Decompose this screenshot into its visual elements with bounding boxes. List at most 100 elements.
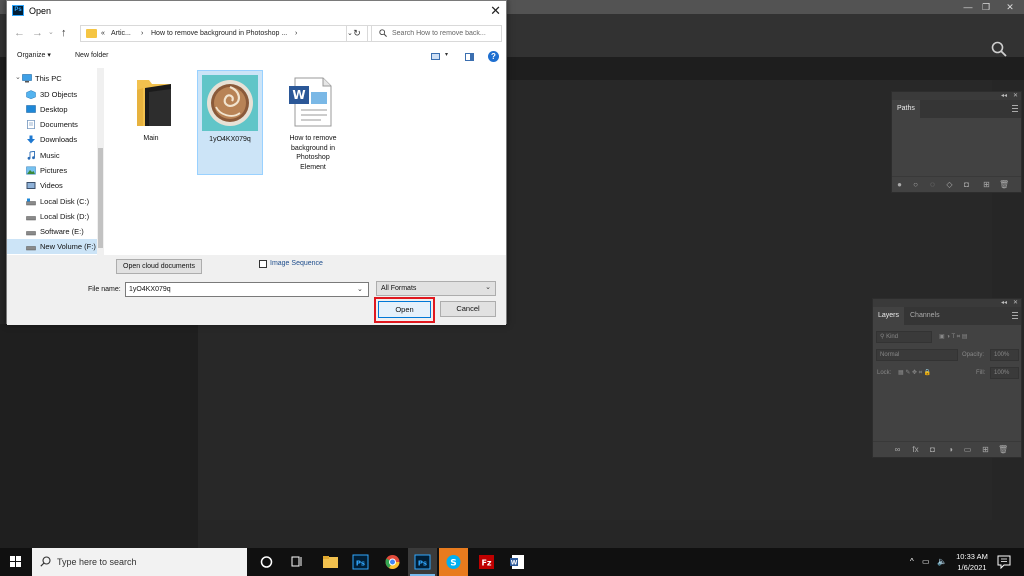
sidebar-item-documents[interactable]: Documents [7,117,97,132]
chevron-up-icon[interactable]: ^ [910,557,914,566]
blend-mode-select[interactable]: Normal [876,349,958,361]
chevron-down-icon[interactable]: ⌄ [15,73,21,81]
file-item-folder-main[interactable]: Main [118,70,184,175]
opacity-input[interactable]: 100% [990,349,1019,361]
sidebar-item-label: Local Disk (C:) [40,197,90,206]
paths-panel: ◂◂ ✕ Paths ● ○ ◌ ◇ ◘ ⊞ 🗑 [891,91,1022,193]
file-item-document[interactable]: W How to remove background in Photoshop … [276,70,350,175]
notifications-icon[interactable] [997,555,1011,569]
fill-path-icon[interactable]: ● [895,180,904,189]
file-name-input[interactable] [125,282,369,297]
sidebar-item-local-disk-c[interactable]: Local Disk (C:) [7,194,97,209]
sidebar-item-this-pc[interactable]: ⌄ This PC [7,71,97,86]
file-explorer-icon[interactable] [316,548,345,576]
load-selection-icon[interactable]: ◌ [928,180,937,189]
fx-icon[interactable]: fx [911,445,920,454]
filezilla-icon[interactable]: Fz [472,548,501,576]
word-document-icon[interactable]: W [503,548,532,576]
file-format-select[interactable]: All Formats ⌄ [376,281,496,296]
clock-time[interactable]: 10:33 AM [952,552,992,561]
view-dropdown-icon[interactable]: ▾ [445,51,448,58]
trash-icon[interactable]: 🗑 [999,180,1009,189]
sidebar-item-software-e[interactable]: Software (E:) [7,224,97,239]
tab-channels[interactable]: Channels [905,307,945,325]
new-path-icon[interactable]: ⊞ [982,180,991,189]
recent-locations-dropdown-icon[interactable]: ⌄ [48,26,54,40]
minimize-icon[interactable]: — [958,0,978,14]
new-folder-button[interactable]: New folder [75,51,108,61]
taskbar-search-box[interactable]: Type here to search [32,548,247,576]
photoshop-active-app-icon[interactable]: Ps [408,548,437,576]
image-sequence-checkbox[interactable] [259,260,267,268]
close-icon[interactable]: ✕ [1013,92,1018,100]
breadcrumb-separator-icon: › [141,30,144,37]
make-work-path-icon[interactable]: ◇ [945,180,954,189]
organize-button[interactable]: Organize ▾ [17,51,51,61]
lock-icons[interactable]: ▦ ✎ ✥ ⌗ 🔒 [898,368,931,378]
sidebar-item-music[interactable]: Music [7,148,97,163]
sidebar-item-new-volume-f[interactable]: New Volume (F:) [7,239,97,254]
address-row: ← → ⌄ ↑ « Artic... › How to remove backg… [7,21,506,46]
sidebar-item-videos[interactable]: Videos [7,178,97,193]
svg-text:Fz: Fz [481,559,491,568]
breadcrumb-item[interactable]: Artic... [111,29,131,39]
sidebar-item-pictures[interactable]: Pictures [7,163,97,178]
volume-icon[interactable]: 🔈 [937,557,947,566]
close-icon[interactable]: ✕ [1000,0,1020,14]
navigation-scrollbar-thumb[interactable] [98,148,103,248]
change-view-icon[interactable] [431,53,440,60]
network-icon[interactable]: ▭ [922,557,930,566]
collapse-icon[interactable]: ◂◂ [1001,92,1007,100]
clock-date[interactable]: 1/6/2021 [952,563,992,572]
refresh-icon[interactable]: ↻ [346,25,368,42]
cortana-icon[interactable] [252,548,281,576]
panel-menu-icon[interactable] [1012,312,1018,319]
sidebar-item-desktop[interactable]: Desktop [7,102,97,117]
back-arrow-icon[interactable]: ← [14,26,25,40]
restore-icon[interactable]: ❐ [976,0,996,14]
sidebar-item-local-disk-d[interactable]: Local Disk (D:) [7,209,97,224]
chrome-icon[interactable] [378,548,407,576]
breadcrumb-item[interactable]: How to remove background in Photoshop ..… [151,29,287,39]
stroke-path-icon[interactable]: ○ [911,180,920,189]
tab-layers[interactable]: Layers [873,307,905,325]
file-item-image-1yo4kx079q[interactable]: 1yO4KX079q [197,70,263,175]
add-mask-icon[interactable]: ◘ [962,180,971,189]
link-icon[interactable]: ∞ [893,445,902,454]
search-icon[interactable] [991,41,1007,57]
preview-pane-icon[interactable] [465,53,474,61]
image-sequence-label[interactable]: Image Sequence [270,258,323,269]
layer-kind-filter[interactable]: ⚲ Kind [876,331,932,343]
filter-icons[interactable]: ▣ ◑ T ⌗ ▤ [939,332,967,342]
new-layer-icon[interactable]: ⊞ [981,445,990,454]
trash-icon[interactable]: 🗑 [998,445,1008,454]
cancel-button[interactable]: Cancel [440,301,496,317]
sidebar-item-downloads[interactable]: Downloads [7,132,97,147]
forward-arrow-icon[interactable]: → [32,26,43,40]
group-folder-icon[interactable]: ▭ [963,445,972,454]
tab-paths[interactable]: Paths [892,100,920,118]
fill-input[interactable]: 100% [990,367,1019,379]
help-icon[interactable]: ? [488,51,499,62]
task-view-icon[interactable] [282,548,311,576]
svg-text:W: W [511,560,518,567]
photoshop-app-icon[interactable]: Ps [346,548,375,576]
chevron-down-icon[interactable]: ⌄ [357,285,363,293]
breadcrumb-overflow[interactable]: « [101,29,105,39]
address-bar[interactable]: « Artic... › How to remove background in… [80,25,372,42]
search-input[interactable] [392,28,500,39]
collapse-icon[interactable]: ◂◂ [1001,299,1007,307]
close-icon[interactable]: ✕ [490,3,501,19]
panel-menu-icon[interactable] [1012,105,1018,112]
open-button[interactable]: Open [378,301,431,318]
windows-start-icon[interactable] [0,548,32,576]
folder-search-box[interactable] [371,25,502,42]
sidebar-item-label: Desktop [40,105,68,114]
skype-icon[interactable]: S [439,548,468,576]
sidebar-item-3d-objects[interactable]: 3D Objects [7,87,97,102]
open-cloud-documents-button[interactable]: Open cloud documents [116,259,202,274]
close-icon[interactable]: ✕ [1013,299,1018,307]
mask-icon[interactable]: ◘ [928,445,937,454]
up-arrow-icon[interactable]: ↑ [61,26,67,40]
adjustment-icon[interactable]: ◑ [946,445,955,454]
